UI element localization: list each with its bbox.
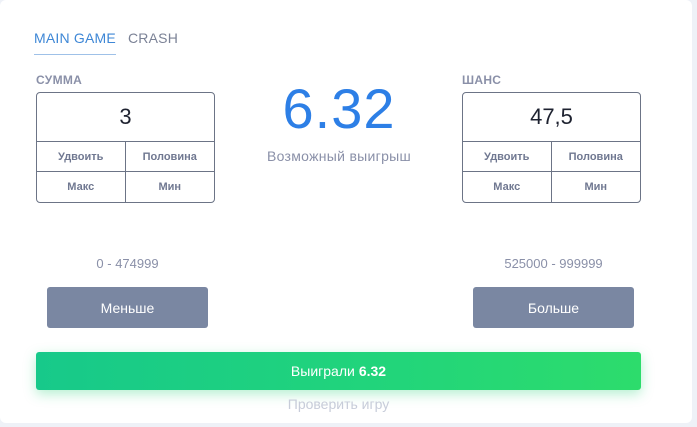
possible-win-value: 6.32 — [282, 77, 396, 140]
amount-half-button[interactable]: Половина — [125, 142, 214, 172]
win-result-button[interactable]: Выиграли 6.32 — [36, 352, 641, 390]
less-button[interactable]: Меньше — [47, 287, 208, 328]
chance-half-button[interactable]: Половина — [551, 142, 640, 172]
low-range-text: 0 - 474999 — [96, 256, 159, 271]
possible-win-caption: Возможный выигрыш — [266, 148, 412, 164]
chance-min-button[interactable]: Мин — [552, 172, 641, 202]
chance-input[interactable]: 47,5 — [463, 93, 640, 142]
amount-panel: 3 Удвоить Половина Макс Мин — [36, 92, 215, 203]
tab-crash[interactable]: CRASH — [128, 30, 178, 46]
high-range-text: 525000 - 999999 — [504, 256, 603, 271]
win-result-amount: 6.32 — [358, 363, 387, 379]
game-card: MAIN GAME CRASH СУММА 3 Удвоить Половина… — [0, 0, 692, 423]
win-result-prefix: Выиграли — [290, 363, 355, 379]
chance-panel: 47,5 Удвоить Половина Макс Мин — [462, 92, 641, 203]
amount-label: СУММА — [36, 73, 83, 87]
more-button[interactable]: Больше — [473, 287, 634, 328]
tab-main-game[interactable]: MAIN GAME — [34, 30, 116, 55]
check-game-link[interactable]: Проверить игру — [36, 396, 641, 412]
amount-min-button[interactable]: Мин — [126, 172, 215, 202]
chance-double-button[interactable]: Удвоить — [463, 142, 552, 172]
chance-max-button[interactable]: Макс — [463, 172, 552, 202]
amount-max-button[interactable]: Макс — [37, 172, 126, 202]
amount-double-button[interactable]: Удвоить — [37, 142, 126, 172]
chance-label: ШАНС — [462, 73, 502, 87]
amount-input[interactable]: 3 — [37, 93, 214, 142]
